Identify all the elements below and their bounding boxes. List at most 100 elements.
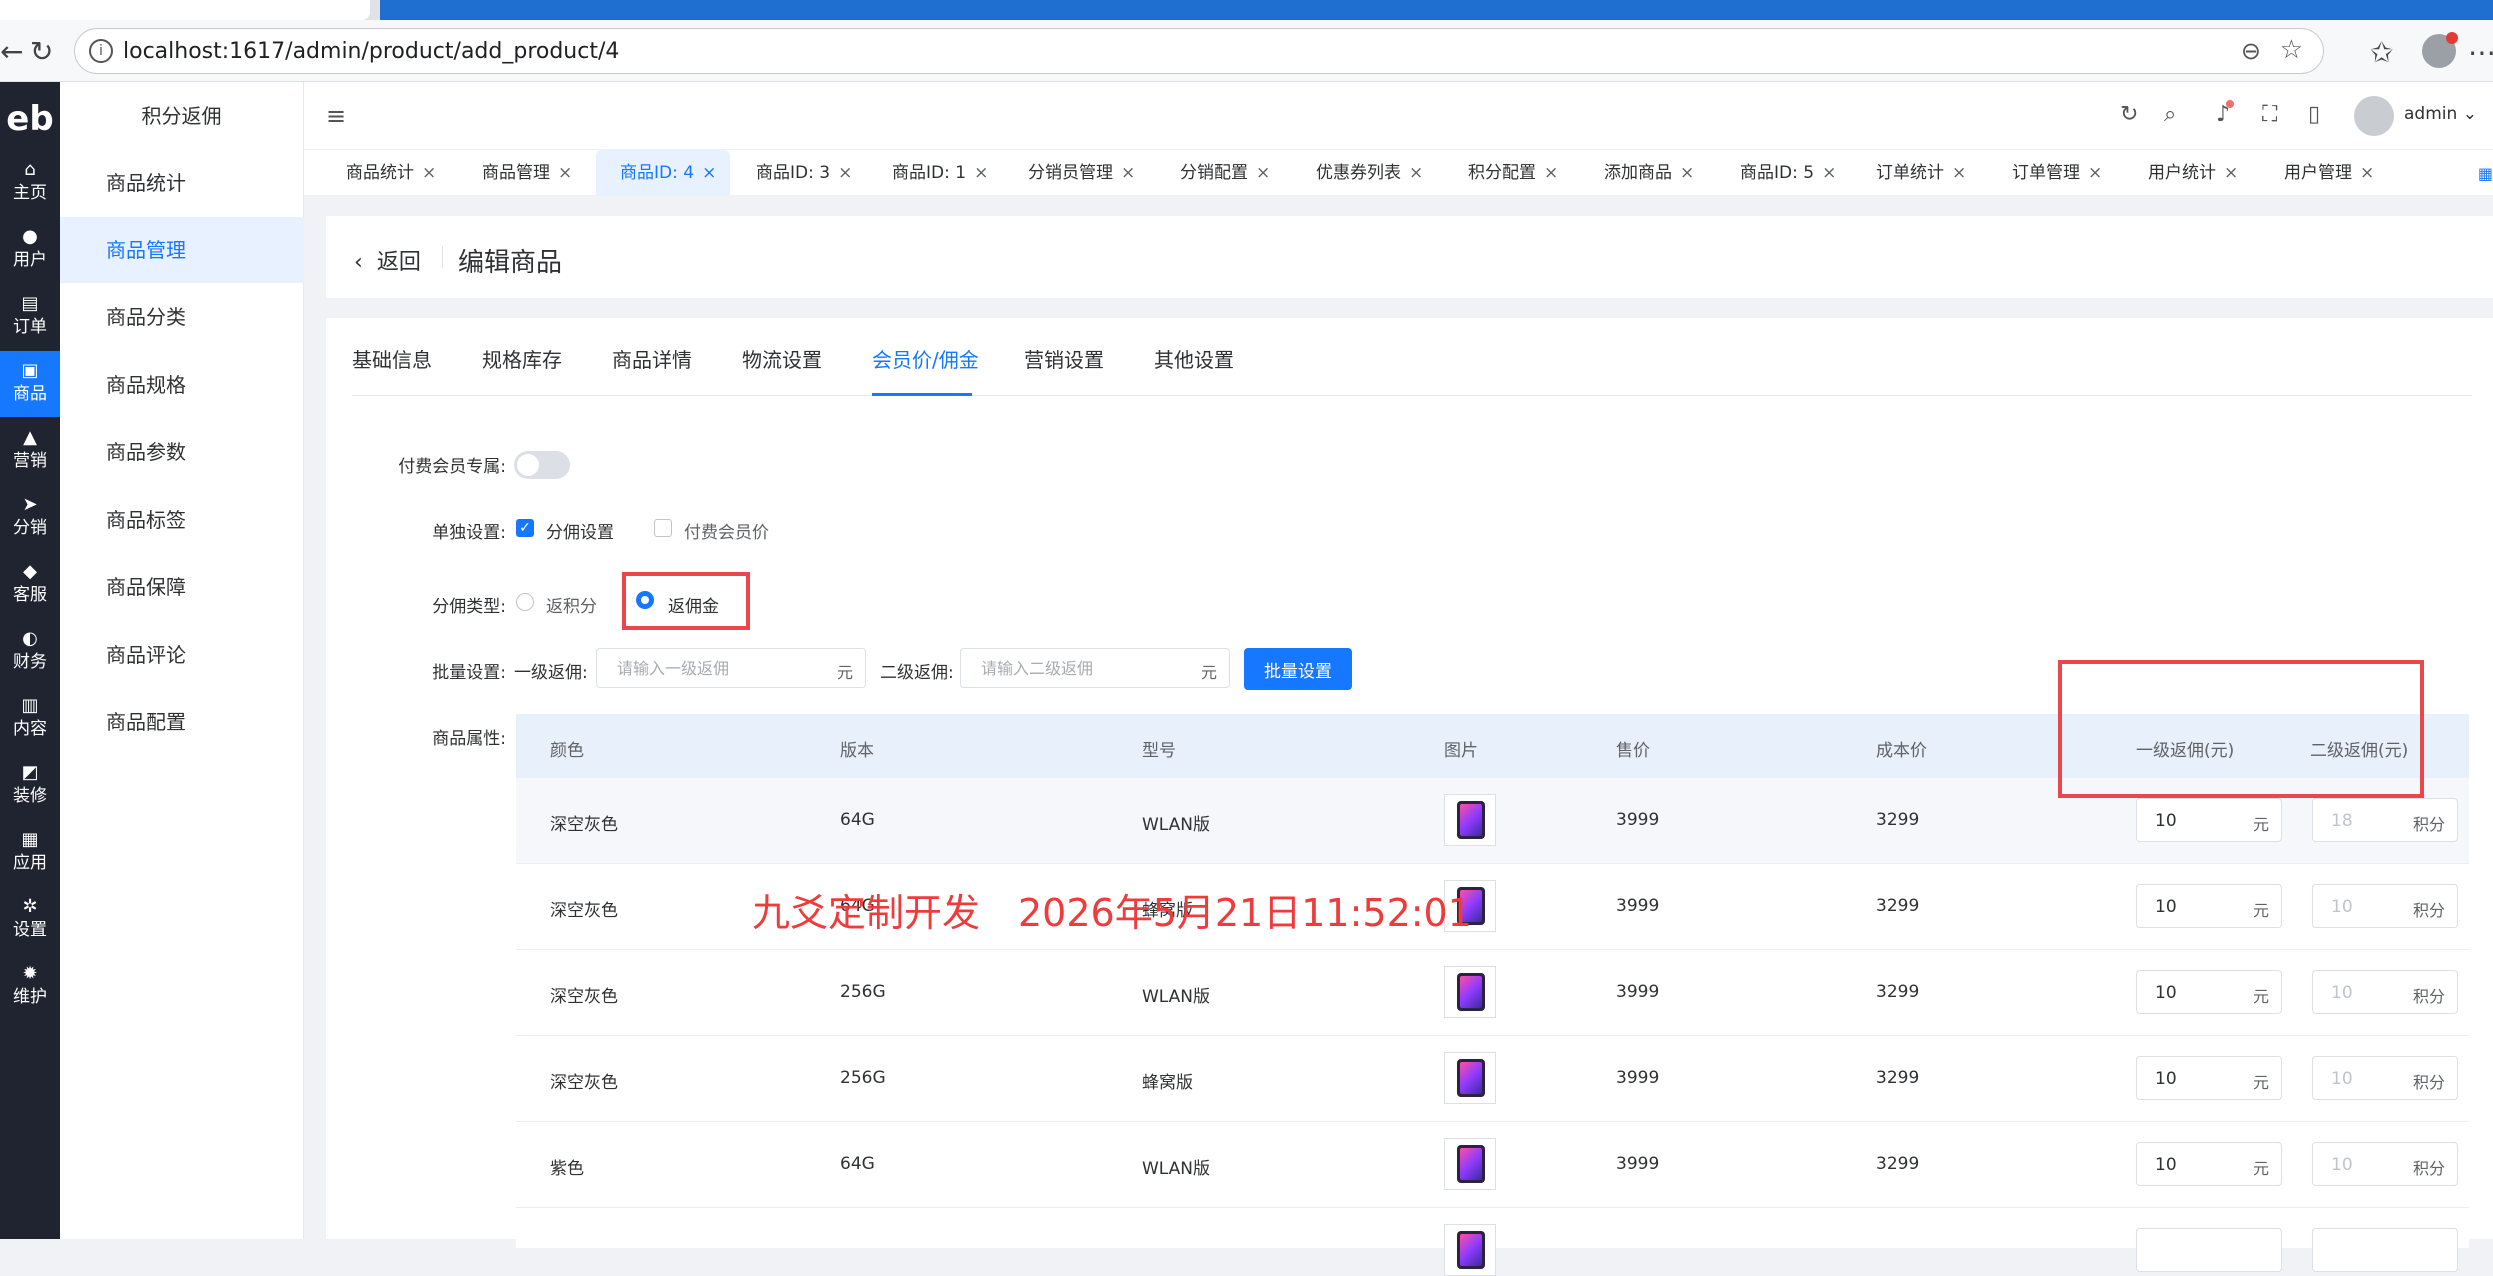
search-icon[interactable]: ⌕: [2164, 102, 2176, 127]
level2-commission-cell-input[interactable]: 18 积分: [2312, 798, 2458, 842]
favorites-icon[interactable]: ✩: [2370, 36, 2393, 69]
return-points-label[interactable]: 返积分: [546, 592, 597, 617]
tab-logistics[interactable]: 物流设置: [742, 344, 822, 373]
submenu-item-active[interactable]: 商品管理: [60, 217, 304, 283]
submenu-item[interactable]: 商品评论: [60, 622, 304, 688]
tag-item[interactable]: 添加商品 ×: [1594, 150, 1704, 196]
batch-set-button[interactable]: 批量设置: [1244, 648, 1352, 690]
close-icon[interactable]: ×: [1256, 163, 1270, 183]
iconbar-item-decorate[interactable]: ◩ 装修: [0, 753, 60, 819]
tab-product-detail[interactable]: 商品详情: [612, 344, 692, 373]
tag-item[interactable]: 商品统计 ×: [336, 150, 446, 196]
close-icon[interactable]: ×: [974, 163, 988, 183]
tab-member-commission[interactable]: 会员价/佣金: [872, 344, 979, 373]
tag-item[interactable]: 分销员管理 ×: [1018, 150, 1145, 196]
submenu-item[interactable]: 商品分类: [60, 284, 304, 350]
iconbar-item-content[interactable]: ▥ 内容: [0, 686, 60, 752]
product-thumbnail[interactable]: [1444, 794, 1496, 846]
return-points-radio[interactable]: [516, 593, 534, 611]
address-bar[interactable]: i localhost:1617/admin/product/add_produ…: [74, 28, 2324, 74]
close-icon[interactable]: ×: [1952, 163, 1966, 183]
level2-commission-cell-input[interactable]: 10 积分: [2312, 1056, 2458, 1100]
site-info-icon[interactable]: i: [89, 39, 113, 63]
iconbar-item-maintain[interactable]: ✹ 维护: [0, 954, 60, 1020]
iconbar-item-marketing[interactable]: ▲ 营销: [0, 418, 60, 484]
close-icon[interactable]: ×: [422, 163, 436, 183]
tag-item[interactable]: 分销配置 ×: [1170, 150, 1280, 196]
iconbar-item-product[interactable]: ▣ 商品: [0, 351, 60, 417]
submenu-item[interactable]: 商品规格: [60, 352, 304, 418]
iconbar-item-settings[interactable]: ✲ 设置: [0, 887, 60, 953]
tag-item[interactable]: 用户管理 ×: [2274, 150, 2384, 196]
submenu-item[interactable]: 商品参数: [60, 419, 304, 485]
iconbar-item-finance[interactable]: ◐ 财务: [0, 619, 60, 685]
iconbar-item-order[interactable]: ▤ 订单: [0, 284, 60, 350]
browser-profile-avatar[interactable]: [2422, 32, 2458, 68]
tag-item[interactable]: 商品管理 ×: [472, 150, 582, 196]
iconbar-item-distribution[interactable]: ➤ 分销: [0, 485, 60, 551]
tag-item[interactable]: 优惠券列表 ×: [1306, 150, 1433, 196]
submenu-item[interactable]: 商品配置: [60, 689, 304, 755]
close-icon[interactable]: ×: [2224, 163, 2238, 183]
paid-member-switch[interactable]: [514, 451, 570, 479]
commission-setting-checkbox[interactable]: ✓: [516, 519, 534, 537]
close-icon[interactable]: ×: [1121, 163, 1135, 183]
close-icon[interactable]: ×: [1409, 163, 1423, 183]
level1-commission-cell-input[interactable]: 10 元: [2136, 970, 2282, 1014]
iconbar-item-apps[interactable]: ▦ 应用: [0, 820, 60, 886]
mobile-preview-icon[interactable]: ▯: [2308, 102, 2320, 127]
back-arrow-icon[interactable]: ←: [0, 38, 23, 66]
tag-item-active[interactable]: 商品ID: 4 ×: [596, 150, 730, 196]
zoom-icon[interactable]: ⊖: [2241, 37, 2261, 65]
paid-member-price-checkbox[interactable]: [654, 519, 672, 537]
browser-active-tab[interactable]: [0, 0, 370, 20]
bookmark-star-icon[interactable]: ☆: [2280, 35, 2303, 65]
menu-fold-icon[interactable]: ≡: [326, 102, 346, 130]
level1-commission-cell-input[interactable]: 10 元: [2136, 798, 2282, 842]
level1-commission-cell-input[interactable]: 10 元: [2136, 1142, 2282, 1186]
level2-commission-cell-input[interactable]: 10 积分: [2312, 970, 2458, 1014]
product-thumbnail[interactable]: [1444, 1052, 1496, 1104]
fullscreen-icon[interactable]: ⛶: [2262, 102, 2277, 127]
close-icon[interactable]: ×: [702, 163, 716, 183]
tags-menu-icon[interactable]: ▦: [2478, 164, 2493, 183]
level1-commission-cell-input[interactable]: 10 元: [2136, 884, 2282, 928]
product-thumbnail[interactable]: [1444, 1138, 1496, 1190]
reload-icon[interactable]: ↻: [30, 38, 53, 66]
avatar[interactable]: [2354, 96, 2394, 136]
iconbar-item-service[interactable]: ◆ 客服: [0, 552, 60, 618]
level2-commission-input[interactable]: 元: [960, 648, 1230, 688]
level2-commission-cell-input[interactable]: 10 积分: [2312, 884, 2458, 928]
username[interactable]: admin ⌄: [2404, 104, 2477, 124]
tab-other[interactable]: 其他设置: [1154, 344, 1234, 373]
tag-item[interactable]: 用户统计 ×: [2138, 150, 2248, 196]
tag-item[interactable]: 商品ID: 1 ×: [882, 150, 998, 196]
close-icon[interactable]: ×: [1822, 163, 1836, 183]
tag-item[interactable]: 商品ID: 3 ×: [746, 150, 862, 196]
level2-commission-field[interactable]: [961, 649, 1229, 687]
close-icon[interactable]: ×: [558, 163, 572, 183]
close-icon[interactable]: ×: [1680, 163, 1694, 183]
tab-basic-info[interactable]: 基础信息: [352, 344, 432, 373]
tag-item[interactable]: 订单统计 ×: [1866, 150, 1976, 196]
tab-marketing[interactable]: 营销设置: [1024, 344, 1104, 373]
paid-member-price-label[interactable]: 付费会员价: [684, 518, 769, 543]
tag-item[interactable]: 商品ID: 5 ×: [1730, 150, 1846, 196]
level2-commission-cell-input[interactable]: 10 积分: [2312, 1142, 2458, 1186]
level1-commission-field[interactable]: [597, 649, 865, 687]
level1-commission-cell-input[interactable]: [2136, 1228, 2282, 1272]
close-icon[interactable]: ×: [2088, 163, 2102, 183]
level2-commission-cell-input[interactable]: [2312, 1228, 2458, 1272]
tag-item[interactable]: 积分配置 ×: [1458, 150, 1568, 196]
more-menu-icon[interactable]: ⋯: [2468, 36, 2493, 69]
submenu-item[interactable]: 商品标签: [60, 487, 304, 553]
commission-setting-label[interactable]: 分佣设置: [546, 518, 614, 543]
bell-icon[interactable]: ♪: [2216, 100, 2235, 127]
tag-item[interactable]: 订单管理 ×: [2002, 150, 2112, 196]
close-icon[interactable]: ×: [838, 163, 852, 183]
level1-commission-input[interactable]: 元: [596, 648, 866, 688]
submenu-item[interactable]: 商品统计: [60, 150, 304, 216]
level1-commission-cell-input[interactable]: 10 元: [2136, 1056, 2282, 1100]
product-thumbnail[interactable]: [1444, 966, 1496, 1018]
tab-spec-stock[interactable]: 规格库存: [482, 344, 562, 373]
